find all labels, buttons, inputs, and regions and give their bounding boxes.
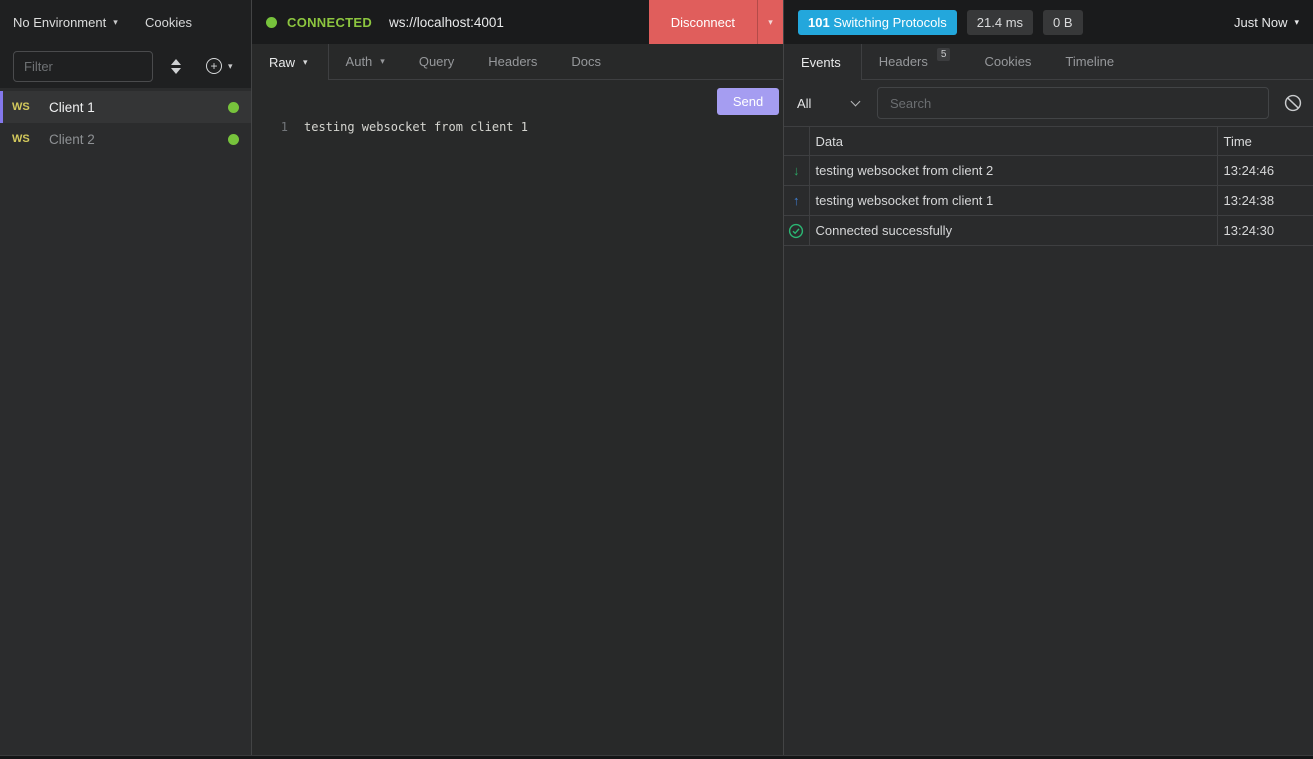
event-row[interactable]: ↓ testing websocket from client 2 13:24:… (784, 156, 1313, 186)
event-type-selected: All (797, 96, 811, 111)
headers-count-badge: 5 (937, 48, 951, 61)
chevron-down-icon: ▾ (228, 62, 233, 71)
request-item-client-2[interactable]: WS Client 2 (0, 123, 251, 155)
connected-dot-icon (266, 17, 277, 28)
filter-row: + ▾ (0, 44, 251, 88)
event-time: 13:24:30 (1217, 216, 1313, 246)
request-tabs: Raw ▾ Auth ▾ Query Headers Docs (252, 44, 783, 80)
message-received-icon: ↓ (793, 163, 800, 178)
tab-raw[interactable]: Raw ▾ (252, 44, 329, 80)
tab-response-headers[interactable]: Headers 5 (862, 44, 968, 79)
plus-circle-icon: + (206, 58, 222, 74)
status-text: Switching Protocols (833, 15, 946, 30)
tab-timeline[interactable]: Timeline (1048, 44, 1131, 79)
request-item-client-1[interactable]: WS Client 1 (0, 91, 251, 123)
connected-dot-icon (228, 102, 239, 113)
tab-response-headers-label: Headers (879, 54, 928, 69)
size-badge: 0 B (1043, 10, 1083, 35)
environment-row: No Environment ▾ Cookies (0, 0, 251, 44)
send-button[interactable]: Send (717, 88, 779, 115)
request-name: Client 1 (49, 100, 95, 115)
request-panel: CONNECTED ws://localhost:4001 Disconnect… (252, 0, 783, 755)
chevron-down-icon: ▾ (113, 18, 118, 27)
events-filter-bar: All (784, 80, 1313, 126)
history-dropdown[interactable]: Just Now ▾ (1234, 15, 1299, 30)
events-table: Data Time ↓ testing websocket from clien… (784, 126, 1313, 246)
tab-timeline-label: Timeline (1065, 54, 1114, 69)
sort-icon[interactable] (171, 59, 181, 74)
line-number: 1 (252, 120, 288, 134)
chevron-down-icon: ▾ (303, 58, 308, 67)
tab-query[interactable]: Query (402, 44, 471, 79)
filter-input[interactable] (13, 51, 153, 82)
sidebar: No Environment ▾ Cookies + ▾ WS (0, 0, 252, 755)
chevron-down-icon: ▾ (1294, 18, 1299, 27)
editor-line: 1 testing websocket from client 1 (252, 120, 783, 134)
request-header: CONNECTED ws://localhost:4001 Disconnect… (252, 0, 783, 44)
event-time: 13:24:38 (1217, 186, 1313, 216)
event-row[interactable]: Connected successfully 13:24:30 (784, 216, 1313, 246)
event-time: 13:24:46 (1217, 156, 1313, 186)
tab-cookies[interactable]: Cookies (967, 44, 1048, 79)
response-tabs: Events Headers 5 Cookies Timeline (784, 44, 1313, 80)
environment-label: No Environment (13, 15, 106, 30)
data-column-header: Data (809, 127, 1217, 156)
event-type-filter[interactable]: All (797, 96, 867, 111)
ws-protocol-label: WS (12, 101, 34, 113)
status-code: 101 (808, 15, 830, 30)
event-data: testing websocket from client 1 (809, 186, 1217, 216)
chevron-down-icon: ▾ (768, 18, 773, 27)
event-data: Connected successfully (809, 216, 1217, 246)
disconnect-button[interactable]: Disconnect (649, 0, 757, 44)
event-row[interactable]: ↑ testing websocket from client 1 13:24:… (784, 186, 1313, 216)
time-column-header: Time (1217, 127, 1313, 156)
sort-up-triangle-icon (171, 59, 181, 65)
tab-events-label: Events (801, 55, 841, 70)
sort-down-triangle-icon (171, 68, 181, 74)
ws-protocol-label: WS (12, 133, 34, 145)
message-body[interactable]: testing websocket from client 1 (304, 120, 528, 134)
response-header: 101 Switching Protocols 21.4 ms 0 B Just… (784, 0, 1313, 44)
tab-headers[interactable]: Headers (471, 44, 554, 79)
event-data: testing websocket from client 2 (809, 156, 1217, 186)
tab-auth-label: Auth (346, 54, 373, 69)
tab-cookies-label: Cookies (984, 54, 1031, 69)
search-input[interactable] (877, 87, 1269, 119)
clear-events-button[interactable] (1284, 94, 1302, 112)
tab-raw-label: Raw (269, 55, 295, 70)
events-table-header-row: Data Time (784, 127, 1313, 156)
app-window: No Environment ▾ Cookies + ▾ WS (0, 0, 1313, 756)
tab-docs-label: Docs (571, 54, 601, 69)
disconnect-menu-button[interactable]: ▾ (757, 0, 783, 44)
freshness-label: Just Now (1234, 15, 1287, 30)
cookies-button[interactable]: Cookies (145, 15, 192, 30)
tab-query-label: Query (419, 54, 454, 69)
ban-icon (1284, 94, 1302, 112)
check-circle-icon (788, 223, 804, 239)
message-editor[interactable]: Send 1 testing websocket from client 1 (252, 80, 783, 755)
websocket-url[interactable]: ws://localhost:4001 (389, 15, 504, 30)
request-list: WS Client 1 WS Client 2 (0, 88, 251, 155)
request-name: Client 2 (49, 132, 95, 147)
tab-headers-label: Headers (488, 54, 537, 69)
chevron-down-icon: ▾ (380, 57, 385, 66)
tab-docs[interactable]: Docs (554, 44, 618, 79)
message-sent-icon: ↑ (793, 193, 800, 208)
environment-selector[interactable]: No Environment ▾ (13, 15, 118, 30)
tab-auth[interactable]: Auth ▾ (329, 44, 402, 79)
chevron-down-icon (851, 97, 861, 107)
time-badge: 21.4 ms (967, 10, 1033, 35)
add-request-button[interactable]: + ▾ (206, 58, 233, 74)
sidebar-header: No Environment ▾ Cookies + ▾ (0, 0, 251, 88)
disconnect-button-group: Disconnect ▾ (649, 0, 783, 44)
status-badge: 101 Switching Protocols (798, 10, 957, 35)
connection-status: CONNECTED (287, 15, 372, 30)
tab-events[interactable]: Events (784, 44, 862, 80)
icon-column-header (784, 127, 809, 156)
connected-dot-icon (228, 134, 239, 145)
response-panel: 101 Switching Protocols 21.4 ms 0 B Just… (783, 0, 1313, 755)
